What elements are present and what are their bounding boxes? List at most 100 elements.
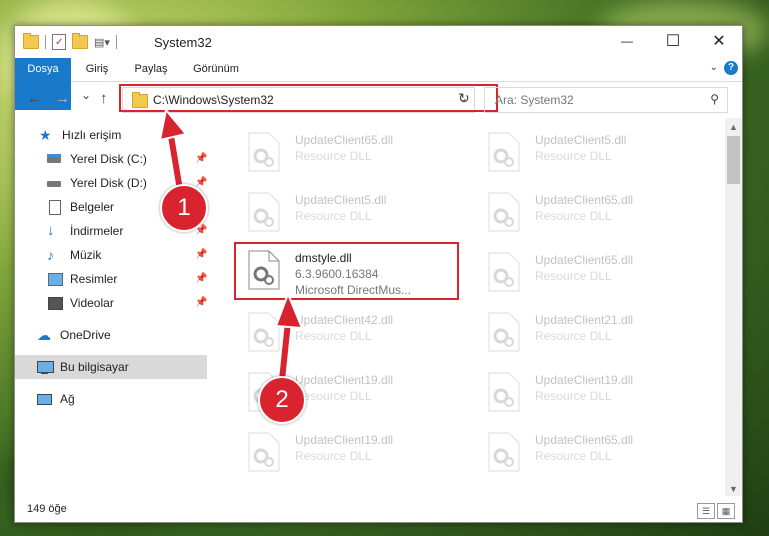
tab-view[interactable]: Görünüm (185, 58, 247, 81)
file-item[interactable]: UpdateClient5.dll Resource DLL (233, 186, 463, 238)
sidebar-item-local-disk-c[interactable]: Yerel Disk (C:) (47, 147, 147, 171)
close-button[interactable]: ✕ (696, 26, 742, 56)
sidebar-item-videos[interactable]: Videolar (47, 291, 114, 315)
pin-icon: 📌 (195, 273, 208, 284)
dll-file-icon (487, 432, 521, 472)
dll-file-icon (487, 132, 521, 172)
computer-icon (37, 359, 54, 375)
pin-icon: 📌 (195, 177, 208, 188)
file-item[interactable]: UpdateClient19.dll Resource DLL (473, 366, 703, 418)
scroll-down-icon[interactable]: ▼ (729, 484, 738, 494)
title-bar: ✓ ▤▾ System32 — ☐ ✕ (15, 26, 742, 58)
search-icon: ⚲ (710, 92, 719, 106)
step-2-badge: 2 (258, 376, 306, 424)
search-input[interactable]: Ara: System32 ⚲ (484, 87, 728, 113)
dll-file-icon (247, 192, 281, 232)
sidebar-item-label: Müzik (70, 248, 102, 262)
maximize-button[interactable]: ☐ (650, 26, 696, 56)
file-item[interactable]: UpdateClient42.dll Resource DLL (233, 306, 463, 358)
sidebar-item-label: Videolar (70, 296, 114, 310)
sidebar-item-music[interactable]: ♪ Müzik (47, 243, 101, 267)
sidebar-item-downloads[interactable]: ↓ İndirmeler (47, 219, 123, 243)
network-icon (37, 391, 53, 407)
properties-icon[interactable]: ✓ (52, 34, 66, 50)
pin-icon: 📌 (195, 153, 208, 164)
new-folder-icon[interactable] (72, 33, 88, 49)
file-type: Resource DLL (535, 449, 612, 463)
scroll-up-icon[interactable]: ▲ (729, 122, 738, 132)
file-item[interactable]: UpdateClient21.dll Resource DLL (473, 306, 703, 358)
sidebar-item-label: Belgeler (70, 200, 115, 214)
sidebar-item-onedrive[interactable]: ☁ OneDrive (37, 323, 111, 347)
drive-icon (47, 175, 63, 191)
sidebar-item-pictures[interactable]: Resimler (47, 267, 117, 291)
sidebar-item-this-pc[interactable]: Bu bilgisayar (15, 355, 207, 379)
pictures-icon (47, 271, 63, 287)
help-icon[interactable]: ? (724, 61, 738, 75)
file-item[interactable]: UpdateClient19.dll Resource DLL (233, 426, 463, 478)
item-count: 149 öğe (27, 503, 67, 515)
sidebar-item-local-disk-d[interactable]: Yerel Disk (D:) (47, 171, 147, 195)
navigation-bar: ← → ⌄ ↑ C:\Windows\System32 ⌄ ↻ Ara: Sys… (15, 82, 742, 116)
customize-toolbar-icon[interactable]: ▤▾ (94, 36, 110, 49)
sidebar-item-label: Bu bilgisayar (60, 360, 129, 374)
sidebar-item-label: Hızlı erişim (62, 128, 122, 142)
dll-file-icon (487, 372, 521, 412)
tab-home[interactable]: Giriş (75, 58, 119, 81)
file-type: Resource DLL (535, 389, 612, 403)
status-bar: 149 öğe ☰ ▦ (15, 498, 742, 522)
file-item[interactable]: UpdateClient65.dll Resource DLL (473, 246, 703, 298)
drive-icon (47, 151, 63, 167)
sidebar-item-documents[interactable]: Belgeler (47, 195, 114, 219)
file-type: Resource DLL (295, 449, 372, 463)
tab-share[interactable]: Paylaş (127, 58, 175, 81)
dll-file-icon (247, 312, 281, 352)
up-button[interactable]: ↑ (100, 90, 108, 107)
pin-icon: 📌 (195, 249, 208, 260)
file-item[interactable]: UpdateClient65.dll Resource DLL (473, 426, 703, 478)
sidebar-item-quick-access[interactable]: ★ Hızlı erişim (39, 123, 121, 147)
file-name: UpdateClient65.dll (535, 193, 634, 207)
file-type: Resource DLL (295, 209, 372, 223)
file-item[interactable]: UpdateClient5.dll Resource DLL (473, 126, 703, 178)
details-view-icon[interactable]: ☰ (697, 503, 715, 519)
cloud-icon: ☁ (37, 327, 51, 343)
file-type: Resource DLL (535, 329, 612, 343)
pin-icon: 📌 (195, 297, 208, 308)
explorer-window: ✓ ▤▾ System32 — ☐ ✕ Dosya Giriş Paylaş G… (14, 25, 743, 523)
file-item[interactable]: UpdateClient65.dll Resource DLL (233, 126, 463, 178)
file-type: Resource DLL (535, 209, 612, 223)
navigation-pane: ★ Hızlı erişim Yerel Disk (C:) 📌 Yerel D… (15, 118, 207, 498)
file-list: UpdateClient65.dll Resource DLL UpdateCl… (221, 118, 725, 496)
star-icon: ★ (39, 127, 52, 143)
large-icons-view-icon[interactable]: ▦ (717, 503, 735, 519)
file-name: UpdateClient19.dll (295, 433, 394, 447)
download-icon: ↓ (47, 222, 55, 239)
sidebar-item-network[interactable]: Ağ (37, 387, 75, 411)
address-annotation-box (119, 84, 498, 112)
dll-file-icon (247, 132, 281, 172)
ribbon-tabs: Dosya Giriş Paylaş Görünüm (15, 58, 742, 110)
file-type: Resource DLL (535, 269, 612, 283)
file-name: UpdateClient5.dll (535, 133, 627, 147)
sidebar-item-label: İndirmeler (70, 224, 124, 238)
file-name: UpdateClient65.dll (535, 253, 634, 267)
sidebar-item-label: Resimler (70, 272, 118, 286)
file-type: Resource DLL (295, 329, 372, 343)
scrollbar-thumb[interactable] (727, 136, 740, 184)
recent-locations-button[interactable]: ⌄ (81, 88, 91, 102)
forward-button[interactable]: → (55, 90, 70, 107)
window-title: System32 (154, 35, 212, 50)
ribbon-expand-icon[interactable]: ⌄ (710, 62, 718, 73)
dll-file-icon (487, 252, 521, 292)
file-name: UpdateClient5.dll (295, 193, 387, 207)
file-name: UpdateClient42.dll (295, 313, 394, 327)
documents-icon (47, 199, 63, 215)
vertical-scrollbar[interactable]: ▲ ▼ (725, 118, 742, 496)
file-item[interactable]: UpdateClient65.dll Resource DLL (473, 186, 703, 238)
dll-file-icon (247, 432, 281, 472)
back-button[interactable]: ← (27, 90, 42, 107)
file-name: UpdateClient65.dll (295, 133, 394, 147)
sidebar-item-label: Yerel Disk (D:) (70, 176, 147, 190)
minimize-button[interactable]: — (604, 26, 650, 56)
